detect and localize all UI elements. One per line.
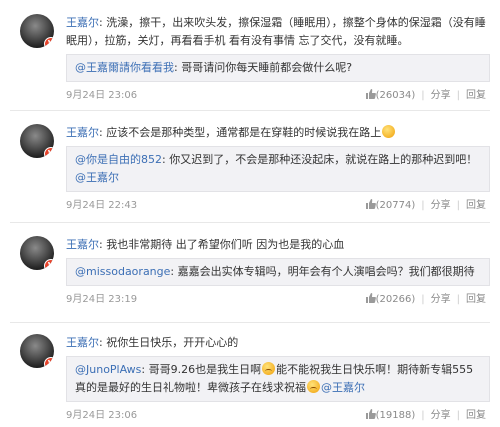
verified-badge: V xyxy=(44,147,54,158)
reply-button[interactable]: 回复 xyxy=(466,90,486,101)
verified-badge: V xyxy=(44,259,54,270)
verified-badge: V xyxy=(44,37,54,48)
like-button[interactable]: (20266) xyxy=(365,293,416,305)
share-button[interactable]: 分享 xyxy=(431,200,451,211)
comment-text: 王嘉尔: 洗澡，擦干，出来吹头发，擦保湿霜（睡眠用），擦整个身体的保湿霜（没有睡… xyxy=(66,16,486,47)
avatar[interactable]: V xyxy=(20,14,54,48)
divider xyxy=(10,110,490,111)
action-bar: (26034) | 分享 | 回复 xyxy=(365,88,486,104)
share-button[interactable]: 分享 xyxy=(431,294,451,305)
like-button[interactable]: (20774) xyxy=(365,199,416,211)
reply-button[interactable]: 回复 xyxy=(466,200,486,211)
quoted-text: : 你又迟到了，不会是那种还没起床，就说在路上的那种迟到吧！ xyxy=(162,153,478,166)
quoted-user[interactable]: @王嘉爾請你看看我 xyxy=(75,61,174,74)
action-bar: (20266) | 分享 | 回复 xyxy=(365,292,486,308)
like-button[interactable]: (19188) xyxy=(365,409,416,421)
timestamp: 9月24日 23:06 xyxy=(66,90,138,101)
comment-text: 王嘉尔: 祝你生日快乐，开开心心的 xyxy=(66,336,239,349)
share-button[interactable]: 分享 xyxy=(431,90,451,101)
author-name[interactable]: 王嘉尔 xyxy=(66,16,99,29)
like-button[interactable]: (26034) xyxy=(365,89,416,101)
quoted-comment: @你是自由的852: 你又迟到了，不会是那种还没起床，就说在路上的那种迟到吧！ @… xyxy=(66,146,490,192)
author-name[interactable]: 王嘉尔 xyxy=(66,238,99,251)
thumbs-up-icon xyxy=(365,409,376,419)
comment-content: 王嘉尔: 洗澡，擦干，出来吹头发，擦保湿霜（睡眠用），擦整个身体的保湿霜（没有睡… xyxy=(66,14,490,104)
comment-text: 王嘉尔: 我也非常期待 出了希望你们听 因为也是我的心血 xyxy=(66,238,345,251)
author-name[interactable]: 王嘉尔 xyxy=(66,126,99,139)
quoted-comment: @missodaorange: 嘉嘉会出实体专辑吗，明年会有个人演唱会吗？我们都… xyxy=(66,258,490,286)
comment-meta: 9月24日 23:19 (20266) | 分享 | 回复 xyxy=(66,292,490,308)
thumbs-up-icon xyxy=(365,293,376,303)
quoted-user[interactable]: @missodaorange xyxy=(75,265,170,278)
avatar[interactable]: V xyxy=(20,124,54,158)
reply-button[interactable]: 回复 xyxy=(466,294,486,305)
comment-meta: 9月24日 23:06 (19188) | 分享 | 回复 xyxy=(66,408,490,424)
comment-meta: 9月24日 22:43 (20774) | 分享 | 回复 xyxy=(66,198,490,214)
action-bar: (20774) | 分享 | 回复 xyxy=(365,198,486,214)
comment-meta: 9月24日 23:06 (26034) | 分享 | 回复 xyxy=(66,88,490,104)
verified-badge: V xyxy=(44,357,54,368)
like-count: (26034) xyxy=(375,90,416,101)
quoted-text-1: : 哥哥9.26也是我生日啊 xyxy=(141,363,262,376)
like-count: (19188) xyxy=(375,410,416,421)
quoted-comment: @王嘉爾請你看看我: 哥哥请问你每天睡前都会做什么呢? xyxy=(66,54,490,82)
comment-content: 王嘉尔: 应该不会是那种类型，通常都是在穿鞋的时候说我在路上 @你是自由的852… xyxy=(66,124,490,214)
emoji-icon xyxy=(307,380,320,393)
reply-text: 洗澡，擦干，出来吹头发，擦保湿霜（睡眠用），擦整个身体的保湿霜（没有睡眠用），拉… xyxy=(66,16,486,47)
reply-text: 应该不会是那种类型，通常都是在穿鞋的时候说我在路上 xyxy=(102,126,382,139)
reply-text: 我也非常期待 出了希望你们听 因为也是我的心血 xyxy=(102,238,345,251)
avatar[interactable]: V xyxy=(20,236,54,270)
emoji-icon xyxy=(382,125,396,138)
quoted-mention[interactable]: @王嘉尔 xyxy=(321,381,365,394)
timestamp: 9月24日 23:06 xyxy=(66,410,138,421)
quoted-mention[interactable]: @王嘉尔 xyxy=(75,171,119,184)
reply-text: 祝你生日快乐，开开心心的 xyxy=(102,336,239,349)
avatar[interactable]: V xyxy=(20,334,54,368)
comment-content: 王嘉尔: 我也非常期待 出了希望你们听 因为也是我的心血 @missodaora… xyxy=(66,236,490,308)
like-count: (20266) xyxy=(375,294,416,305)
timestamp: 9月24日 22:43 xyxy=(66,200,138,211)
timestamp: 9月24日 23:19 xyxy=(66,294,138,305)
thumbs-up-icon xyxy=(365,89,376,99)
emoji-icon xyxy=(262,362,276,375)
divider xyxy=(10,222,490,223)
author-name[interactable]: 王嘉尔 xyxy=(66,336,99,349)
quoted-text: : 哥哥请问你每天睡前都会做什么呢? xyxy=(174,61,353,74)
quoted-comment: @JunoPlAws: 哥哥9.26也是我生日啊 能不能祝我生日快乐啊！期待新专辑… xyxy=(66,356,490,402)
comment-text: 王嘉尔: 应该不会是那种类型，通常都是在穿鞋的时候说我在路上 xyxy=(66,124,490,142)
thumbs-up-icon xyxy=(365,199,376,209)
action-bar: (19188) | 分享 | 回复 xyxy=(365,408,486,424)
divider xyxy=(10,322,490,323)
quoted-user[interactable]: @JunoPlAws xyxy=(75,363,141,376)
reply-button[interactable]: 回复 xyxy=(466,410,486,421)
share-button[interactable]: 分享 xyxy=(431,410,451,421)
like-count: (20774) xyxy=(375,200,416,211)
quoted-user[interactable]: @你是自由的852 xyxy=(75,153,162,166)
quoted-text: : 嘉嘉会出实体专辑吗，明年会有个人演唱会吗？我们都很期待 xyxy=(170,265,475,278)
comment-content: 王嘉尔: 祝你生日快乐，开开心心的 @JunoPlAws: 哥哥9.26也是我生… xyxy=(66,334,490,424)
